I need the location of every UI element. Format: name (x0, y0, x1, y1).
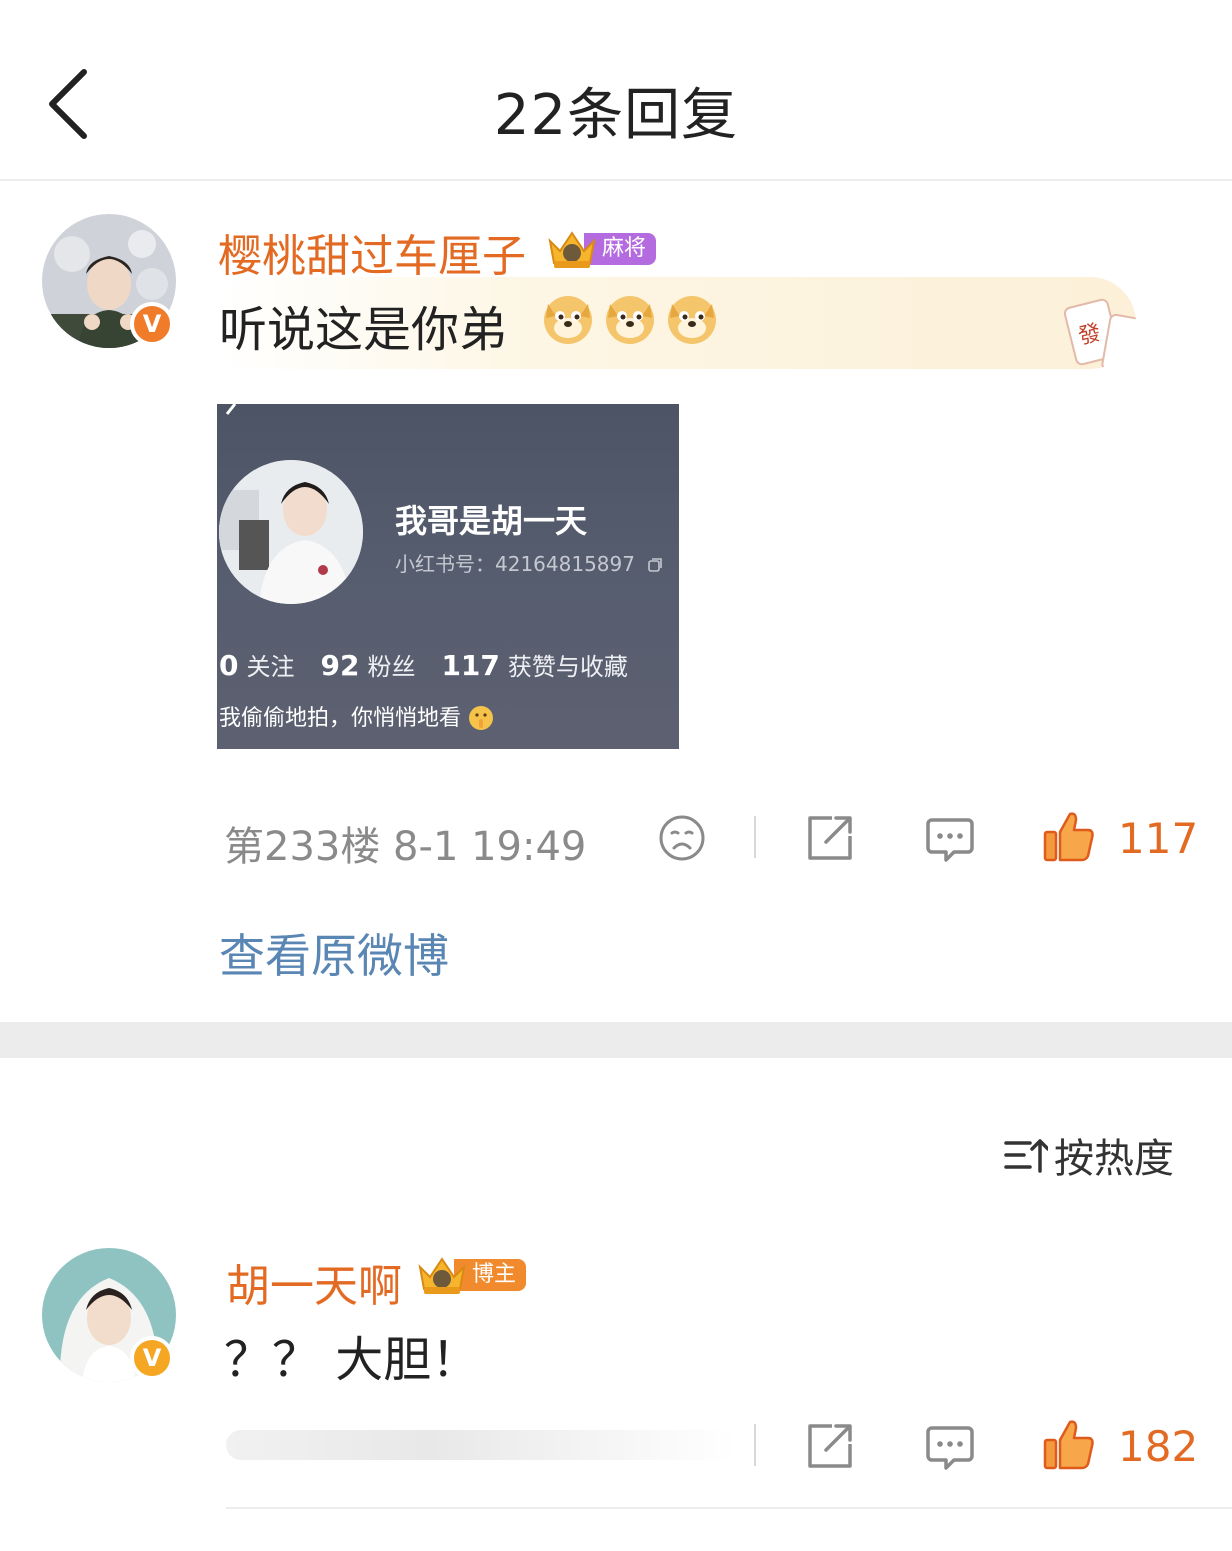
sad-face-icon[interactable] (656, 812, 708, 864)
comment-text: 听说这是你弟 (219, 302, 508, 358)
reply-username[interactable]: 胡一天啊 (226, 1250, 402, 1314)
loading-placeholder (226, 1430, 736, 1460)
verified-badge-icon: V (130, 302, 174, 346)
comment-icon[interactable] (924, 814, 976, 866)
profile-stats: 0 关注 92 粉丝 117 获赞与收藏 (219, 649, 628, 682)
doge-icon (668, 296, 716, 344)
doge-icon (544, 296, 592, 344)
comment-image[interactable]: 我哥是胡一天 小红书号：42164815897 0 关注 92 粉丝 117 获赞与收藏 … (217, 404, 679, 749)
thumbs-up-icon[interactable] (1042, 1416, 1096, 1472)
sort-by-hotness-button[interactable]: 按热度 (1004, 1126, 1174, 1184)
crown-icon (418, 1257, 466, 1294)
like-count: 117 (1118, 814, 1199, 863)
comment-icon[interactable] (924, 1422, 976, 1474)
share-icon[interactable] (804, 1420, 856, 1472)
fan-badge[interactable]: 麻将 (546, 230, 657, 268)
divider (754, 1424, 756, 1466)
shush-emoji-icon (469, 706, 494, 730)
page-title: 22条回复 (493, 83, 739, 148)
thumbs-up-icon[interactable] (1042, 808, 1096, 864)
copy-icon (648, 558, 663, 572)
crown-icon (548, 231, 596, 268)
profile-avatar (219, 460, 363, 604)
sort-icon (1004, 1139, 1048, 1173)
mahjong-tile-icon: 發 (1063, 298, 1136, 369)
blogger-badge[interactable]: 博主 (416, 1256, 527, 1294)
top-bar: 22条回复 (0, 0, 1232, 181)
back-arrow-icon (225, 404, 237, 415)
like-count: 182 (1118, 1422, 1199, 1471)
comment-username[interactable]: 樱桃甜过车厘子 (218, 220, 526, 284)
floor-and-time: 第233楼 8-1 19:49 (224, 824, 587, 870)
profile-bio: 我偷偷地拍，你悄悄地看 (219, 700, 494, 732)
profile-name: 我哥是胡一天 (395, 502, 588, 540)
section-divider (0, 1022, 1232, 1058)
reply-text: ？？ 大胆！ (224, 1332, 480, 1388)
verified-badge-icon: V (130, 1336, 174, 1380)
avatar[interactable]: V (42, 214, 176, 348)
emoji-row (540, 290, 720, 346)
share-icon[interactable] (804, 812, 856, 864)
profile-id: 小红书号：42164815897 (395, 548, 663, 577)
avatar[interactable]: V (42, 1248, 176, 1382)
doge-icon (606, 296, 654, 344)
divider (754, 816, 756, 858)
divider (226, 1507, 1232, 1509)
view-original-post-link[interactable]: 查看原微博 (219, 920, 449, 986)
